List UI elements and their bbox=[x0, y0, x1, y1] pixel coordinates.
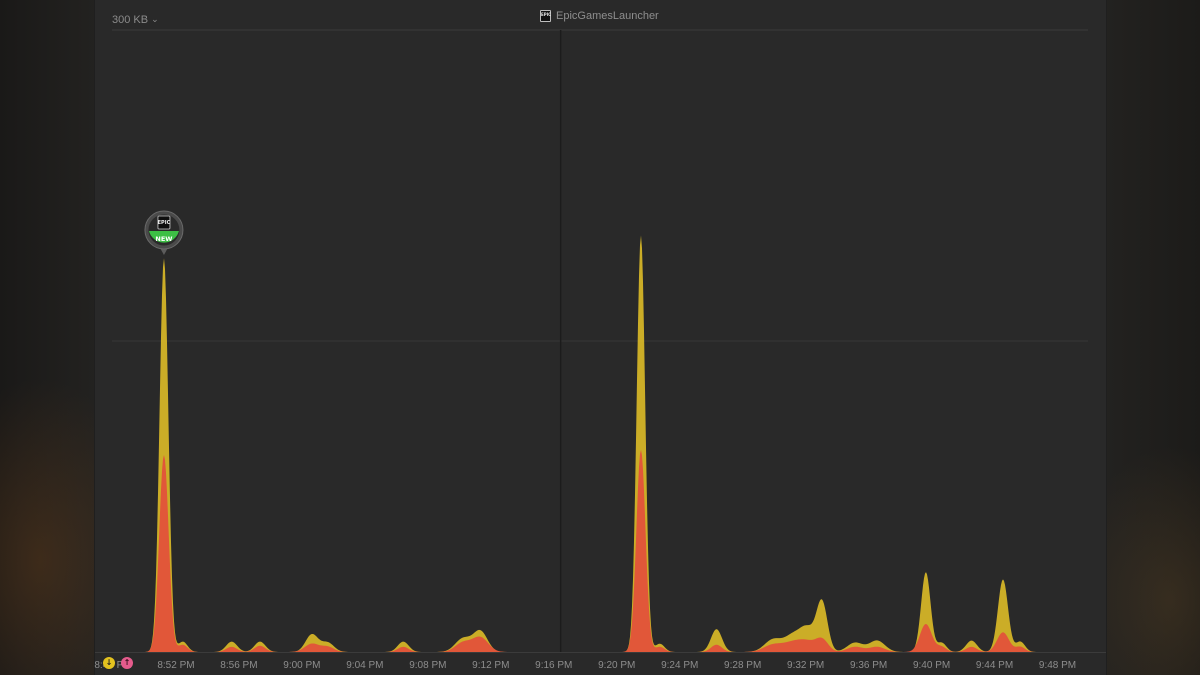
x-tick-label: 9:00 PM bbox=[283, 660, 320, 671]
scale-label: 300 KB bbox=[112, 14, 149, 26]
new-app-marker[interactable]: EPIC NEW bbox=[144, 210, 184, 255]
download-area-series bbox=[92, 235, 1098, 652]
x-tick-label: 9:40 PM bbox=[913, 660, 950, 671]
app-title: EPIC EpicGamesLauncher bbox=[540, 8, 659, 24]
x-tick-label: 9:04 PM bbox=[346, 660, 383, 671]
x-tick-label: 9:08 PM bbox=[409, 660, 446, 671]
x-tick-label: 8:56 PM bbox=[220, 660, 257, 671]
network-traffic-chart: EPICNEW 8:48 PM8:52 PM8:56 PM9:00 PM9:04… bbox=[92, 29, 1106, 671]
x-tick-label: 9:44 PM bbox=[976, 660, 1013, 671]
marker-icon-text: EPIC bbox=[158, 220, 171, 226]
x-tick-label: 9:12 PM bbox=[472, 660, 509, 671]
epic-games-icon: EPIC bbox=[540, 10, 551, 22]
x-tick-label: 9:16 PM bbox=[535, 660, 572, 671]
upload-area-series bbox=[92, 449, 1098, 652]
arrow-down-icon[interactable]: ↓ bbox=[103, 657, 115, 669]
x-tick-label: 9:32 PM bbox=[787, 660, 824, 671]
x-tick-label: 9:28 PM bbox=[724, 660, 761, 671]
x-tick-label: 9:48 PM bbox=[1039, 660, 1076, 671]
marker-new-badge: NEW bbox=[155, 235, 172, 243]
scale-dropdown[interactable]: 300 KB ⌄ bbox=[112, 12, 159, 28]
chevron-down-icon: ⌄ bbox=[151, 13, 159, 24]
x-axis-ticks: 8:48 PM8:52 PM8:56 PM9:00 PM9:04 PM9:08 … bbox=[94, 660, 1076, 671]
arrow-up-icon[interactable]: ↑ bbox=[121, 657, 133, 669]
app-name: EpicGamesLauncher bbox=[556, 10, 659, 22]
network-usage-window: EPICNEW 8:48 PM8:52 PM8:56 PM9:00 PM9:04… bbox=[0, 0, 1200, 675]
x-tick-label: 9:20 PM bbox=[598, 660, 635, 671]
x-tick-label: 9:36 PM bbox=[850, 660, 887, 671]
x-tick-label: 8:52 PM bbox=[157, 660, 194, 671]
series-layer bbox=[92, 235, 1098, 652]
legend: ↓ ↑ bbox=[103, 657, 133, 669]
grid-layer bbox=[95, 29, 1106, 653]
x-tick-label: 9:24 PM bbox=[661, 660, 698, 671]
app-marker-layer: EPIC NEW bbox=[144, 210, 184, 255]
